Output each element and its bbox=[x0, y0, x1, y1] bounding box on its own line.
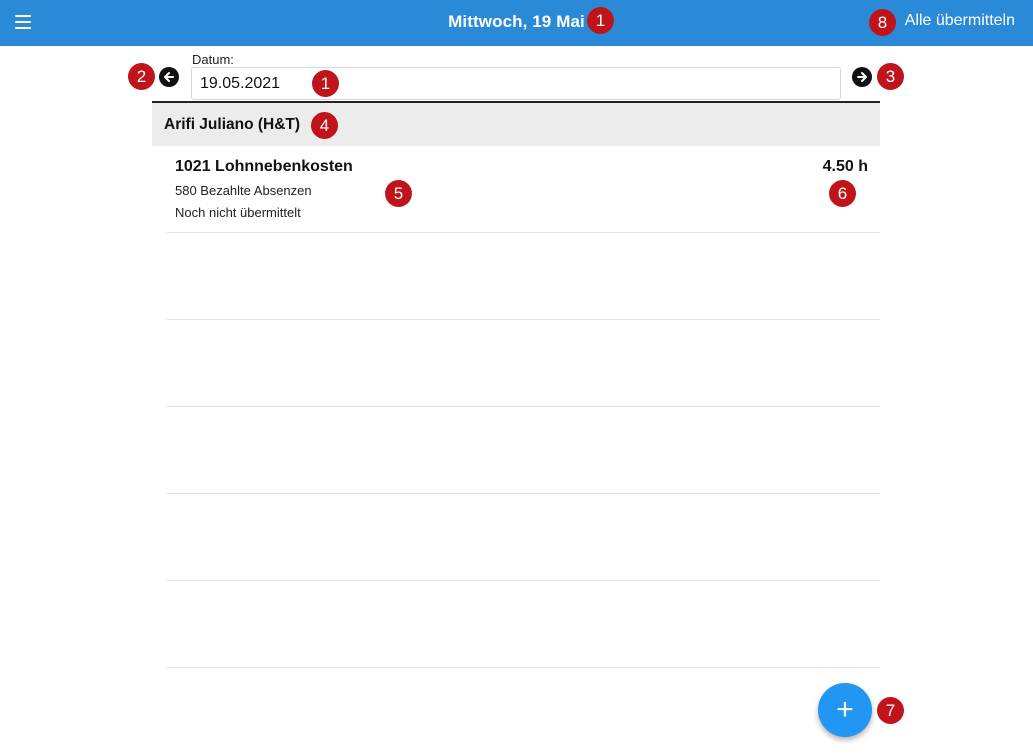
entry-subtitle: 580 Bezahlte Absenzen bbox=[175, 183, 312, 198]
group-header: Arifi Juliano (H&T) bbox=[152, 103, 880, 146]
next-day-arrow-icon[interactable] bbox=[852, 67, 872, 87]
annotation-badge-submit: 8 bbox=[869, 9, 896, 36]
group-name: Arifi Juliano (H&T) bbox=[164, 116, 301, 133]
empty-row bbox=[167, 233, 880, 320]
date-input[interactable] bbox=[191, 67, 841, 100]
submit-all-button[interactable]: Alle übermitteln bbox=[905, 12, 1015, 30]
add-entry-button[interactable]: + bbox=[818, 683, 872, 737]
entry-status: Noch nicht übermittelt bbox=[175, 205, 301, 220]
annotation-badge-date-input: 1 bbox=[312, 70, 339, 97]
empty-row bbox=[167, 581, 880, 668]
entry-title: 1021 Lohnnebenkosten bbox=[175, 158, 353, 175]
entry-row[interactable]: 1021 Lohnnebenkosten 580 Bezahlte Absenz… bbox=[167, 146, 880, 233]
previous-day-arrow-icon[interactable] bbox=[159, 67, 179, 87]
annotation-badge-group: 4 bbox=[311, 112, 338, 139]
annotation-badge-fab: 7 bbox=[877, 697, 904, 724]
entry-hours: 4.50 h bbox=[822, 158, 868, 175]
annotation-badge-prev: 2 bbox=[128, 63, 155, 90]
empty-row bbox=[167, 407, 880, 494]
annotation-badge-title: 1 bbox=[587, 7, 614, 34]
empty-row bbox=[167, 494, 880, 581]
date-label: Datum: bbox=[192, 52, 234, 67]
plus-icon: + bbox=[836, 693, 854, 726]
annotation-badge-hours: 6 bbox=[829, 180, 856, 207]
app-page: Mittwoch, 19 Mai Alle übermitteln 1 8 Da… bbox=[0, 0, 1033, 756]
empty-row bbox=[167, 320, 880, 407]
annotation-badge-next: 3 bbox=[877, 63, 904, 90]
annotation-badge-entry: 5 bbox=[385, 180, 412, 207]
